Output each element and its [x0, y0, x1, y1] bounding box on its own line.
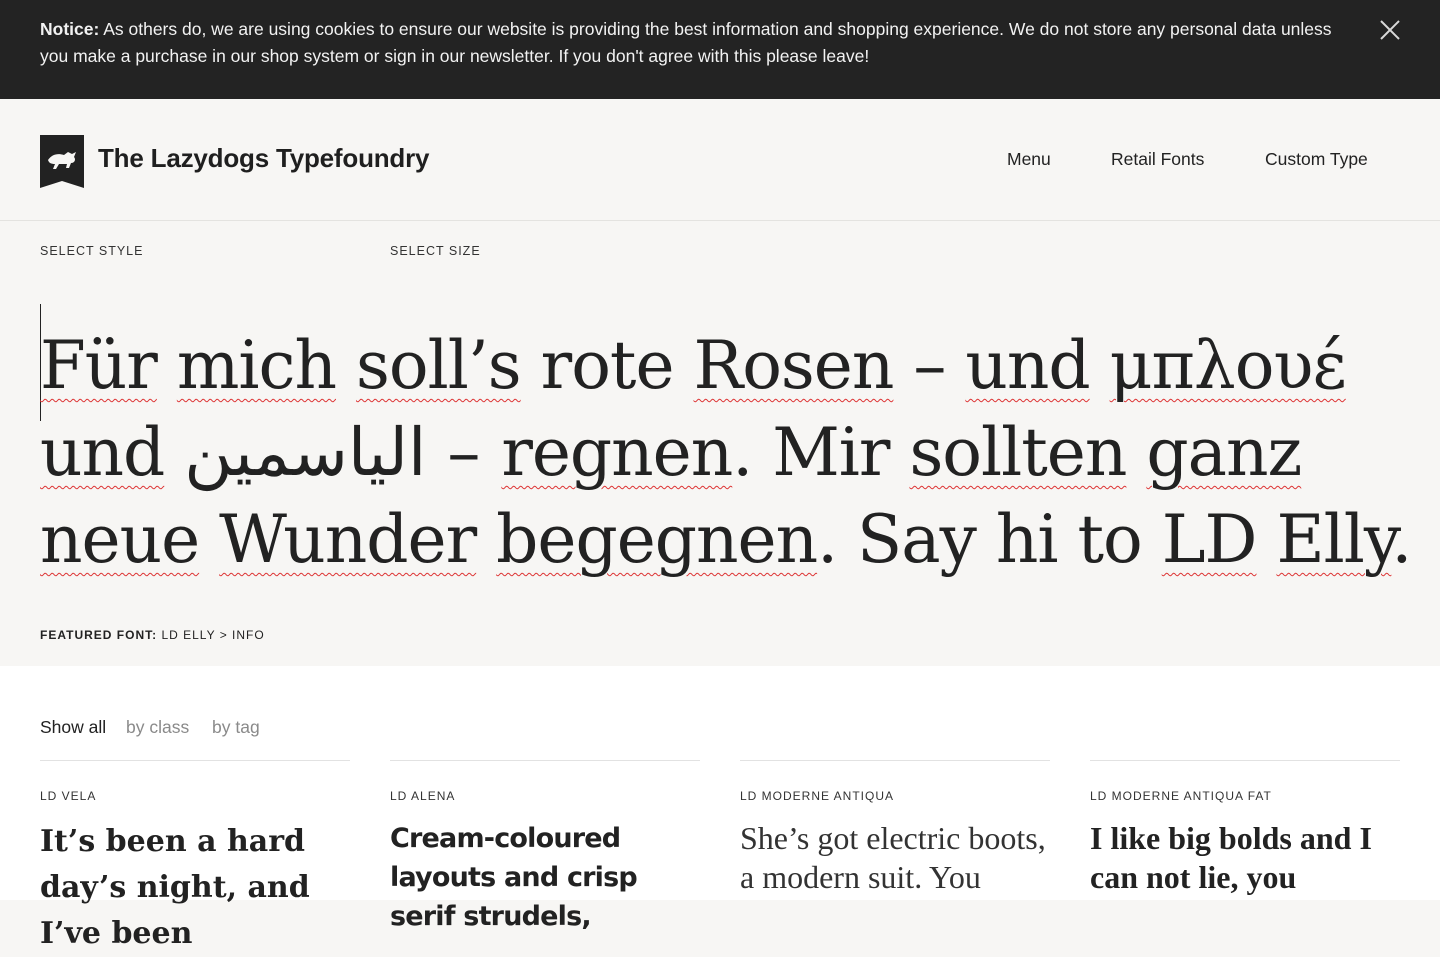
specimen-text: .: [1391, 501, 1412, 578]
font-card-ld-alena[interactable]: LD ALENA Cream-coloured layouts and cris…: [390, 760, 700, 932]
specimen-word-misspelled: neue: [40, 501, 200, 578]
specimen-word-misspelled: Rosen: [693, 327, 895, 404]
specimen-text: [1256, 501, 1276, 578]
specimen-text: [1126, 414, 1146, 491]
font-card-sample: I like big bolds and I can not lie, you: [1090, 820, 1372, 895]
cookie-notice-bar: Notice: As others do, we are using cooki…: [0, 0, 1440, 99]
filter-by-class[interactable]: by class: [126, 717, 189, 738]
font-card-name: LD MODERNE ANTIQUA FAT: [1090, 789, 1272, 803]
specimen-word-misspelled: begegnen: [496, 501, 818, 578]
specimen-word-misspelled: soll’s: [356, 327, 522, 404]
specimen-word-misspelled: und: [40, 414, 165, 491]
nav-custom-type-link[interactable]: Custom Type: [1265, 149, 1368, 170]
specimen-word-misspelled: Wunder: [219, 501, 477, 578]
specimen-text: [476, 501, 496, 578]
featured-font-label: FEATURED FONT:: [40, 628, 158, 642]
filter-show-all[interactable]: Show all: [40, 717, 106, 738]
specimen-word-misspelled: Elly: [1276, 501, 1392, 578]
specimen-text: [336, 327, 356, 404]
nav-retail-fonts-link[interactable]: Retail Fonts: [1111, 149, 1204, 170]
select-style-dropdown[interactable]: SELECT STYLE: [40, 244, 143, 258]
specimen-word-misspelled: Für: [40, 327, 158, 404]
specimen-word-misspelled: μπλουέ: [1109, 327, 1347, 404]
specimen-word-misspelled: mich: [176, 327, 337, 404]
lazydog-logo-icon[interactable]: [40, 135, 84, 188]
cookie-notice-label: Notice:: [40, 19, 100, 39]
font-card-sample: It’s been a hard day’s night, and I’ve b…: [40, 824, 310, 951]
cookie-notice-text: Notice: As others do, we are using cooki…: [40, 16, 1350, 70]
specimen-text: [199, 501, 219, 578]
featured-font: FEATURED FONT: LD ELLY > INFO: [40, 628, 265, 642]
font-card-ld-vela[interactable]: LD VELA It’s been a hard day’s night, an…: [40, 760, 350, 951]
font-card-sample: Cream-coloured layouts and crisp serif s…: [390, 823, 638, 932]
specimen-word-misspelled: regnen: [501, 414, 733, 491]
specimen-word-misspelled: und: [965, 327, 1090, 404]
cookie-notice-message: As others do, we are using cookies to en…: [40, 19, 1332, 66]
specimen-text: الياسمين –: [164, 414, 502, 491]
specimen-text: rote: [520, 327, 694, 404]
close-icon[interactable]: [1375, 15, 1405, 45]
specimen-text: [1090, 327, 1110, 404]
filter-by-tag[interactable]: by tag: [212, 717, 260, 738]
specimen-text: [157, 327, 177, 404]
font-card-name: LD ALENA: [390, 789, 456, 803]
specimen-text: . Mir: [732, 414, 910, 491]
font-card-name: LD MODERNE ANTIQUA: [740, 789, 895, 803]
nav-menu-link[interactable]: Menu: [1007, 149, 1051, 170]
type-specimen-editor[interactable]: Für mich soll’s rote Rosen – und μπλουέ …: [40, 322, 1420, 583]
font-card-name: LD VELA: [40, 789, 97, 803]
font-card-ld-moderne-antiqua-fat[interactable]: LD MODERNE ANTIQUA FAT I like big bolds …: [1090, 760, 1400, 910]
featured-font-info-link[interactable]: LD ELLY > INFO: [157, 628, 265, 642]
font-card-ld-moderne-antiqua[interactable]: LD MODERNE ANTIQUA She’s got electric bo…: [740, 760, 1050, 910]
specimen-word-misspelled: sollten: [909, 414, 1127, 491]
specimen-word-misspelled: LD: [1161, 501, 1258, 578]
specimen-text: –: [893, 327, 966, 404]
select-size-dropdown[interactable]: SELECT SIZE: [390, 244, 481, 258]
specimen-word-misspelled: ganz: [1146, 414, 1302, 491]
specimen-text: . Say hi to: [817, 501, 1162, 578]
font-card-sample: She’s got electric boots, a modern suit.…: [740, 820, 1046, 895]
font-list-section: Show all by class by tag LD VELA It’s be…: [0, 666, 1440, 951]
site-header: The Lazydogs Typefoundry Menu Retail Fon…: [0, 99, 1440, 221]
brand-name[interactable]: The Lazydogs Typefoundry: [98, 143, 429, 174]
